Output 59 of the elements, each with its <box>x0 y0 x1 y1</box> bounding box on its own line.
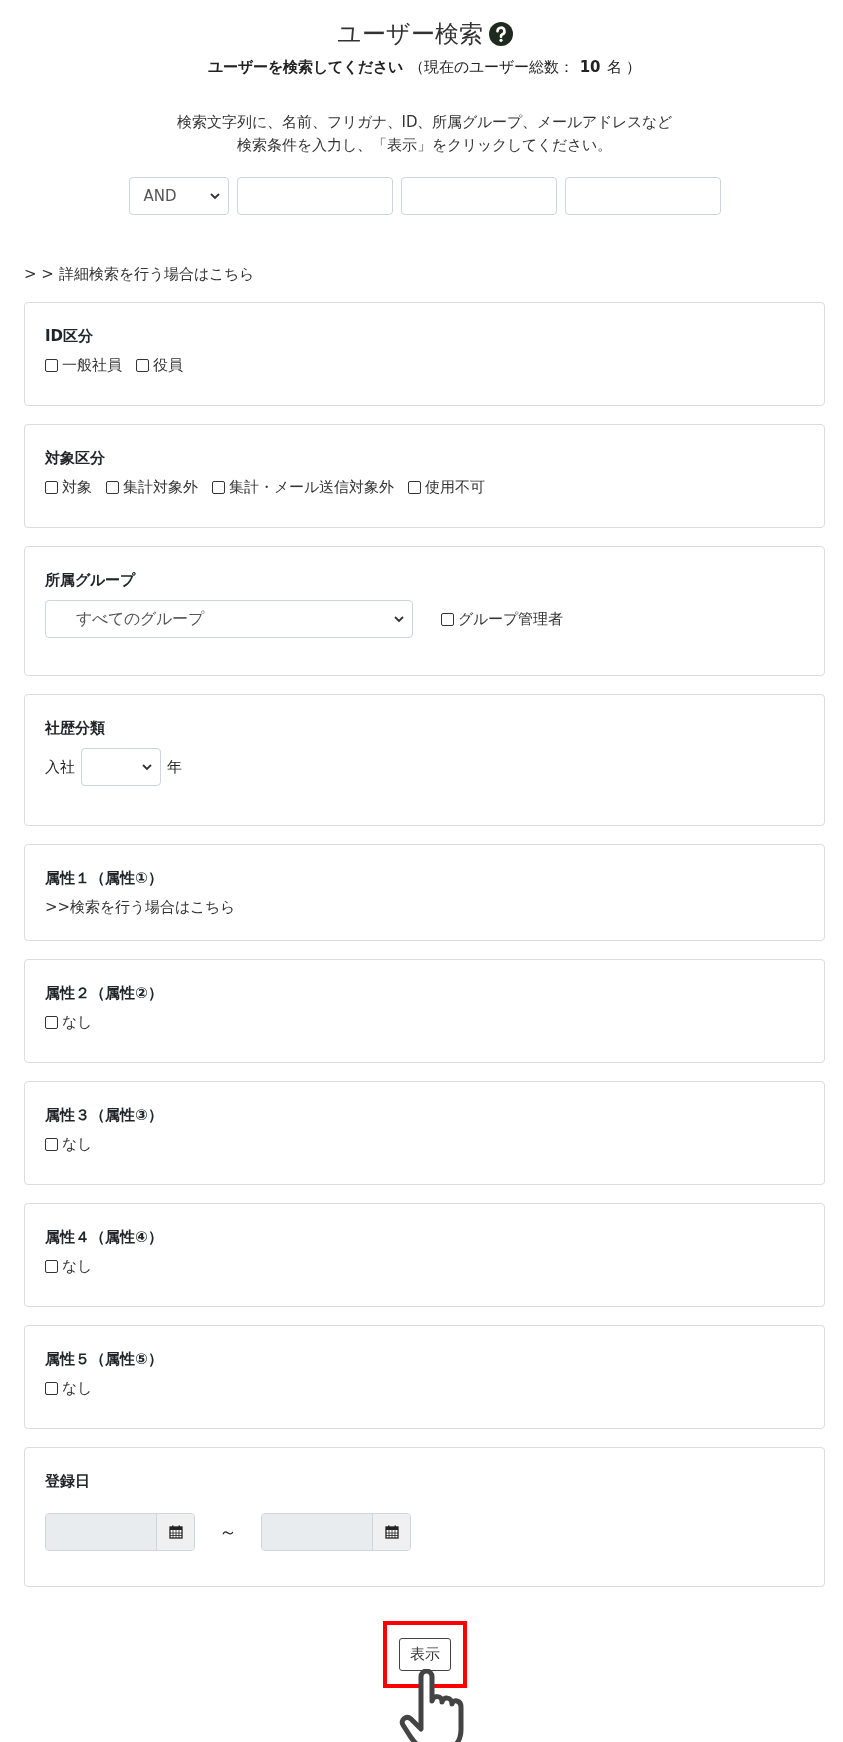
section-title: 対象区分 <box>45 449 106 468</box>
checkbox[interactable] <box>45 359 58 372</box>
section-title: 属性５（属性⑤） <box>45 1350 164 1369</box>
checkbox[interactable] <box>45 1138 58 1151</box>
checkbox-option[interactable]: 集計・メール送信対象外 <box>212 478 394 497</box>
pointing-hand-icon <box>398 1669 465 1742</box>
section-title: 社歴分類 <box>45 719 106 738</box>
chevron-down-icon <box>394 615 404 623</box>
count-prefix: （現在のユーザー総数： <box>408 58 574 77</box>
count-suffix: 名 ） <box>606 58 642 77</box>
checkbox[interactable] <box>212 481 225 494</box>
checkbox-option[interactable]: なし <box>45 1257 92 1276</box>
display-button[interactable]: 表示 <box>398 1638 451 1671</box>
section-title: 属性４（属性④） <box>45 1228 164 1247</box>
checkbox-option[interactable]: なし <box>45 1013 92 1032</box>
checkbox-option[interactable]: なし <box>45 1135 92 1154</box>
operator-select[interactable]: AND <box>128 177 229 215</box>
search-link[interactable]: >>検索を行う場合はこちら <box>45 898 804 917</box>
date-field[interactable] <box>261 1513 411 1551</box>
checkbox-option[interactable]: 使用不可 <box>408 478 485 497</box>
instruction-text: 検索文字列に、名前、フリガナ、ID、所属グループ、メールアドレスなど <box>176 113 673 132</box>
checkbox-option[interactable]: なし <box>45 1379 92 1398</box>
checkbox-option[interactable]: 集計対象外 <box>106 478 198 497</box>
chevron-down-icon <box>142 763 152 771</box>
checkbox[interactable] <box>45 481 58 494</box>
calendar-icon <box>384 1525 399 1539</box>
subtitle: ユーザーを検索してください <box>207 58 403 77</box>
date-field[interactable] <box>45 1513 195 1551</box>
search-field[interactable] <box>236 177 393 215</box>
section-title: 所属グループ <box>45 571 137 590</box>
checkbox-option[interactable]: 一般社員 <box>45 356 122 375</box>
checkbox-option[interactable]: 役員 <box>136 356 183 375</box>
section-title: 属性３（属性③） <box>45 1106 164 1125</box>
search-field[interactable] <box>400 177 557 215</box>
advanced-search-link[interactable]: > > 詳細検索を行う場合はこちら <box>24 265 254 284</box>
checkbox-option[interactable]: 対象 <box>45 478 92 497</box>
instruction-text: 検索条件を入力し、「表示」をクリックしてください。 <box>237 136 612 155</box>
section-title: 属性１（属性①） <box>45 869 164 888</box>
section-title: 属性２（属性②） <box>45 984 164 1003</box>
group-select[interactable]: すべてのグループ <box>45 600 413 638</box>
range-separator: ～ <box>219 1520 237 1544</box>
checkbox[interactable] <box>136 359 149 372</box>
chevron-down-icon <box>209 192 220 200</box>
help-icon[interactable] <box>488 22 513 46</box>
checkbox[interactable] <box>106 481 119 494</box>
checkbox[interactable] <box>45 1016 58 1029</box>
section-title: 登録日 <box>45 1472 91 1491</box>
checkbox[interactable] <box>441 612 454 626</box>
section-title: ID区分 <box>45 327 95 346</box>
page-title: ユーザー検索 <box>336 19 483 50</box>
year-label: 年 <box>167 757 182 777</box>
checkbox[interactable] <box>408 481 421 494</box>
user-count: 10 <box>579 58 601 76</box>
checkbox-option[interactable]: グループ管理者 <box>441 609 563 629</box>
checkbox[interactable] <box>45 1260 58 1273</box>
checkbox[interactable] <box>45 1382 58 1395</box>
joined-label: 入社 <box>45 757 75 777</box>
calendar-icon <box>168 1525 183 1539</box>
search-field[interactable] <box>564 177 721 215</box>
